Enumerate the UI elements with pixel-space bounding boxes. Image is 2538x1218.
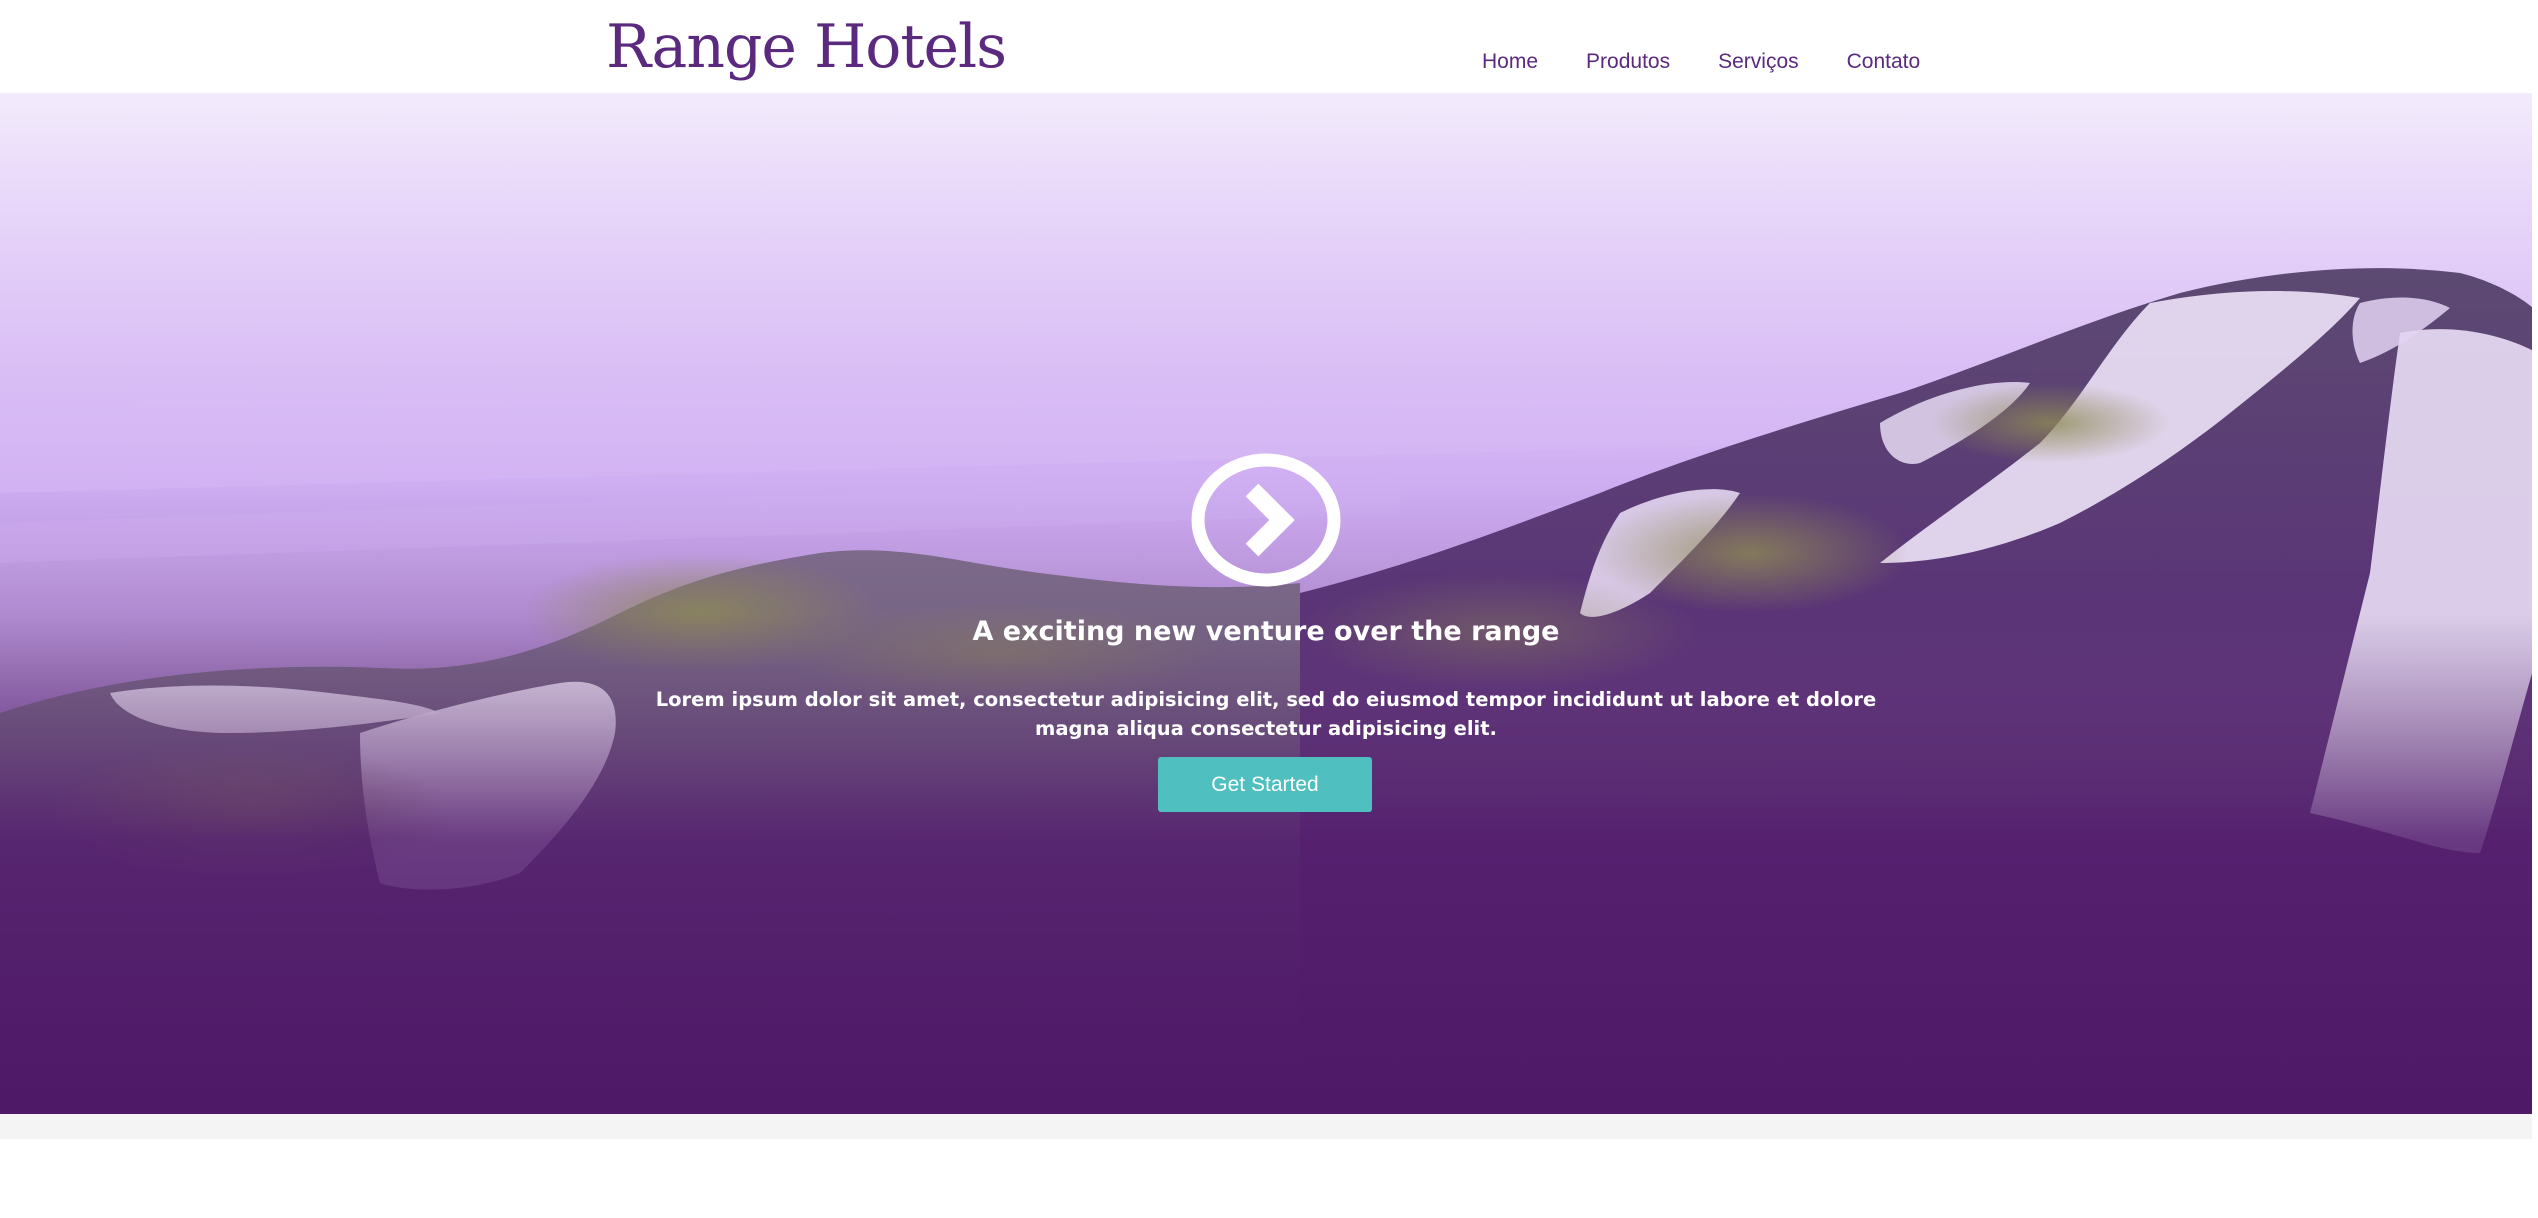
nav-link-contato[interactable]: Contato — [1847, 48, 1921, 76]
hero-title: A exciting new venture over the range — [972, 616, 1560, 647]
site-logo[interactable]: Range Hotels — [606, 12, 1007, 82]
main-nav: Home Produtos Serviços Contato — [1482, 48, 1968, 76]
nav-link-home[interactable]: Home — [1482, 48, 1538, 76]
chevron-circle-right-icon[interactable] — [1190, 452, 1342, 588]
hero-section: A exciting new venture over the range Lo… — [0, 93, 2538, 1114]
site-header: Range Hotels Home Produtos Serviços Cont… — [0, 0, 2538, 93]
section-divider — [0, 1114, 2538, 1139]
page-right-edge — [2532, 0, 2538, 1218]
get-started-button[interactable]: Get Started — [1158, 757, 1372, 812]
nav-link-servicos[interactable]: Serviços — [1718, 48, 1799, 76]
hero-content: A exciting new venture over the range Lo… — [0, 93, 2538, 1114]
hero-description: Lorem ipsum dolor sit amet, consectetur … — [655, 688, 1877, 740]
nav-link-produtos[interactable]: Produtos — [1586, 48, 1670, 76]
